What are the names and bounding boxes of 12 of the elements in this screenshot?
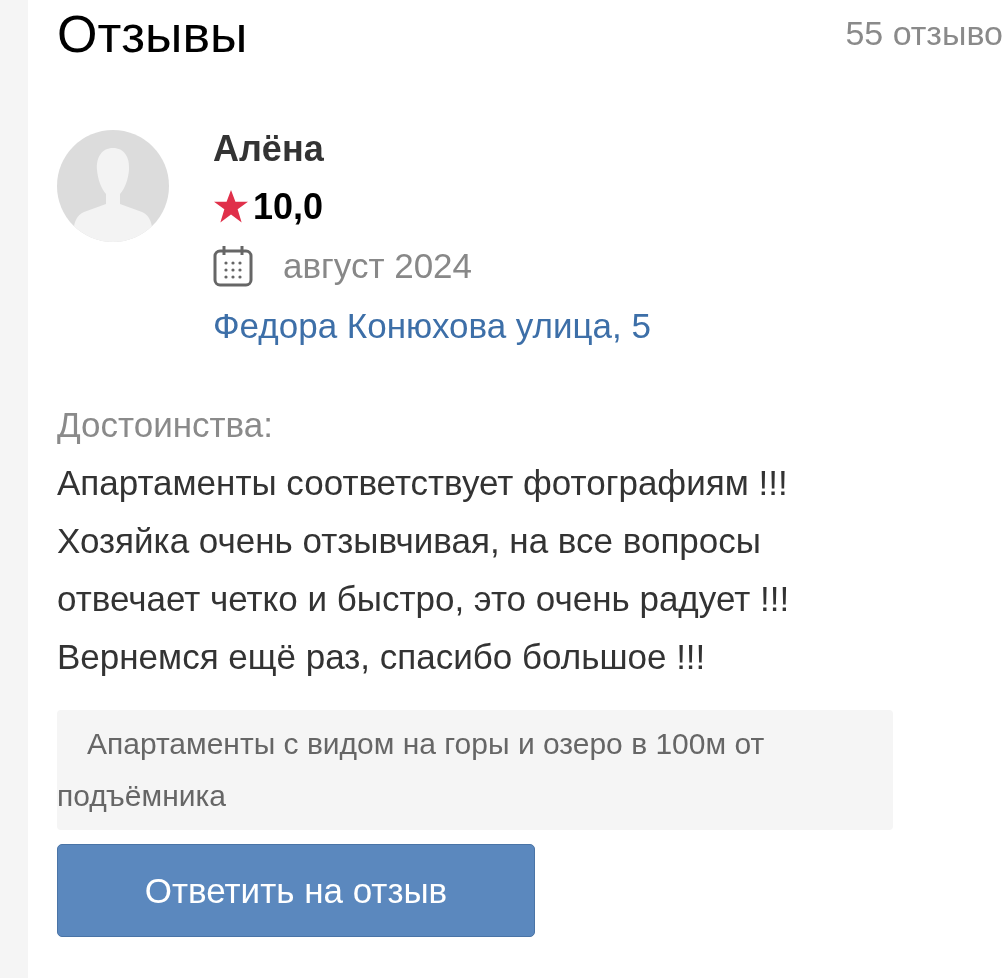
review-text: Апартаменты соответствует фотографиям !!! Хозяйка очень отзывчивая, на все вопросы отвечает четко и быстро, это очень радует !!! Вернемся ещё раз, спасибо большое !!! (57, 462, 791, 678)
rating-score: 10,0 (253, 185, 324, 229)
calendar-icon (213, 245, 253, 287)
star-icon (213, 190, 249, 224)
property-link[interactable]: Федора Конюхова улица, 5 (213, 296, 651, 356)
review-date: август 2024 (283, 245, 473, 287)
reply-button[interactable]: Ответить на отзыв (57, 844, 535, 937)
reviewer-name: Алёна (213, 127, 325, 171)
pros-label: Достоинства: (57, 404, 274, 446)
section-title: Отзывы (57, 6, 248, 64)
listing-tag: Апартаменты с видом на горы и озеро в 100м от подъёмника (57, 710, 893, 830)
review-count: 55 отзыво (845, 14, 1003, 53)
